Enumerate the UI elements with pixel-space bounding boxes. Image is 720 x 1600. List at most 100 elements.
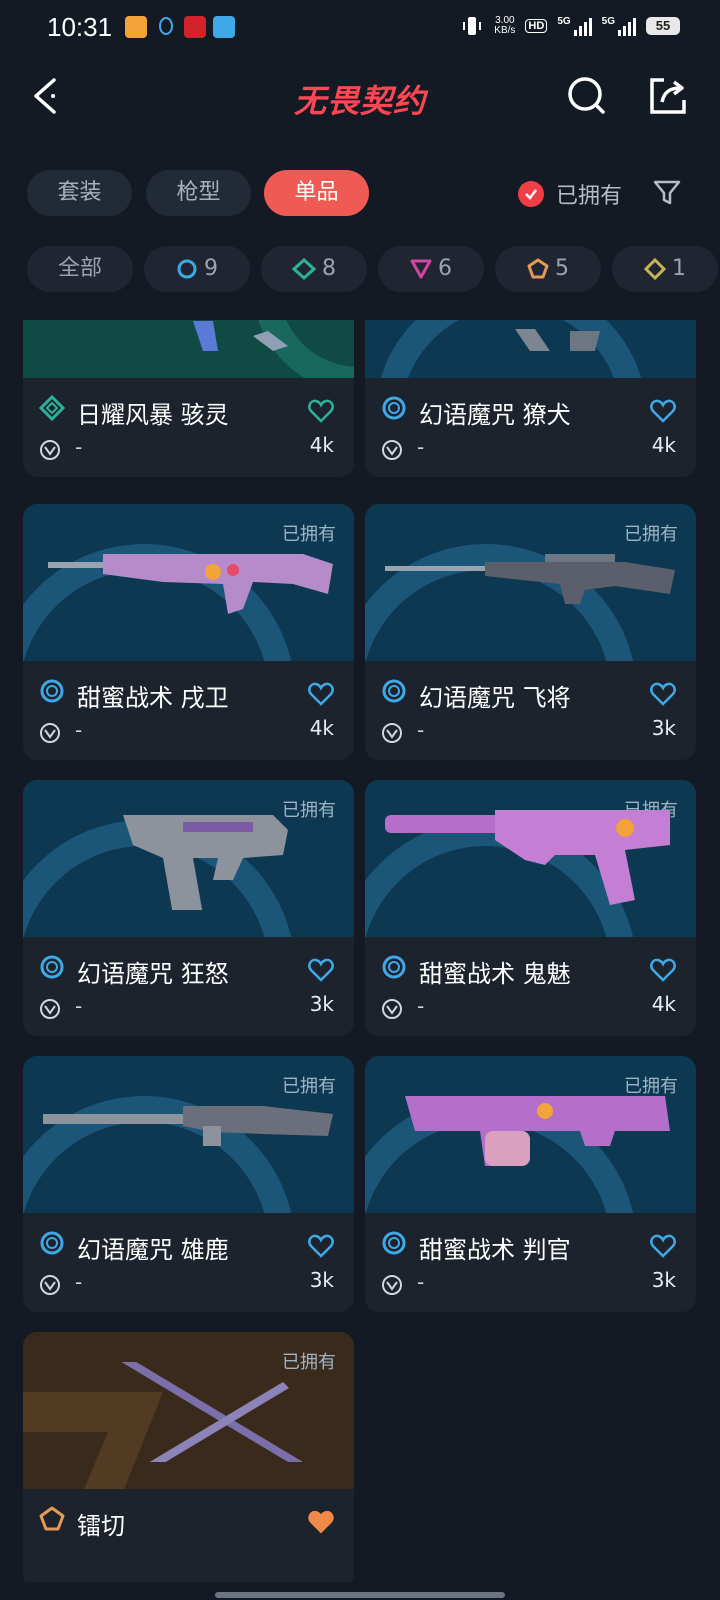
heart-icon[interactable] (308, 958, 334, 982)
search-icon (568, 77, 605, 114)
battery-icon: 55 (646, 17, 680, 35)
chip-label: 1 (672, 256, 686, 281)
vp-currency-icon (40, 440, 60, 460)
item-card[interactable]: 已拥有 幻语魔咒 雄鹿 - 3k (23, 1056, 354, 1312)
like-count: 3k (309, 1268, 334, 1292)
filter-button[interactable] (652, 178, 682, 208)
item-name: 甜蜜战术 判官 (419, 1236, 571, 1264)
hd-icon: HD (525, 19, 548, 33)
chip-tier-square[interactable]: 1 (612, 246, 718, 292)
share-icon (650, 78, 686, 114)
item-image: 已拥有 (23, 1056, 354, 1213)
chip-tier-circle[interactable]: 9 (144, 246, 250, 292)
vp-currency-icon (40, 1275, 60, 1295)
heart-icon[interactable] (308, 1234, 334, 1258)
item-card[interactable]: 已拥有 幻语魔咒 狂怒 - 3k (23, 780, 354, 1036)
signal-icon-1: 5G (557, 16, 592, 36)
item-card[interactable]: 日耀风暴 骇灵 - 4k (23, 320, 354, 477)
item-image: 已拥有 (365, 1056, 696, 1213)
owned-filter-label: 已拥有 (556, 184, 623, 209)
diamond-tier-icon (292, 258, 316, 280)
item-image: 已拥有 (365, 780, 696, 937)
chip-label: 8 (322, 256, 336, 281)
item-price: - (417, 994, 425, 1018)
qq-notification-icon (155, 16, 177, 38)
item-grid: 日耀风暴 骇灵 - 4k 幻语魔咒 獠犬 - 4k 已拥有 甜蜜战术 戌卫 - … (0, 320, 720, 1582)
item-image (365, 320, 696, 378)
weapon-icon (48, 554, 333, 614)
vp-currency-icon (40, 999, 60, 1019)
pentagon-tier-icon (527, 258, 549, 279)
vp-currency-icon (382, 999, 402, 1019)
item-price: - (417, 435, 425, 459)
heart-icon[interactable] (650, 958, 676, 982)
item-price: - (75, 1270, 83, 1294)
heart-icon[interactable] (650, 1234, 676, 1258)
app-title: 无畏契约 (293, 82, 426, 120)
checkbox-checked-icon (518, 181, 544, 207)
like-count: 4k (651, 433, 676, 457)
circle-tier-icon (382, 1231, 406, 1255)
pentagon-tier-icon (39, 1506, 65, 1531)
heart-icon[interactable] (650, 399, 676, 423)
chip-tier-pentagon[interactable]: 5 (495, 246, 601, 292)
item-name: 日耀风暴 骇灵 (77, 401, 229, 429)
tab-bundle[interactable]: 套装 (27, 170, 132, 216)
status-bar: 10:31 3.00 KB/s HD 5G 5G 55 (0, 0, 720, 56)
item-name: 幻语魔咒 狂怒 (77, 960, 229, 988)
vp-currency-icon (382, 440, 402, 460)
item-name: 甜蜜战术 戌卫 (77, 684, 229, 712)
item-price: - (417, 718, 425, 742)
share-button[interactable] (646, 74, 690, 118)
weapon-icon (193, 321, 288, 351)
net-speed: 3.00 KB/s (494, 15, 516, 36)
owned-filter-toggle[interactable]: 已拥有 (518, 178, 622, 210)
heart-icon[interactable] (308, 399, 334, 423)
signal-icon-2: 5G (602, 16, 636, 36)
tab-single-item[interactable]: 单品 (264, 170, 369, 216)
like-count: 3k (309, 992, 334, 1016)
telegram-notification-icon (213, 16, 235, 38)
news-app-notification-icon (184, 16, 206, 38)
item-card[interactable]: 已拥有 幻语魔咒 飞将 - 3k (365, 504, 696, 760)
weapon-icon (515, 329, 600, 351)
vp-currency-icon (382, 723, 402, 743)
vp-currency-icon (40, 723, 60, 743)
item-image: 已拥有 (23, 1332, 354, 1489)
diamond-tier-icon (39, 395, 65, 421)
heart-icon[interactable] (650, 682, 676, 706)
item-price: - (75, 994, 83, 1018)
item-name: 幻语魔咒 雄鹿 (77, 1236, 229, 1264)
circle-tier-icon (40, 955, 64, 979)
tab-weapon-type[interactable]: 枪型 (146, 170, 251, 216)
item-card[interactable]: 已拥有 甜蜜战术 戌卫 - 4k (23, 504, 354, 760)
chip-all[interactable]: 全部 (27, 246, 133, 292)
heart-icon[interactable] (308, 682, 334, 706)
circle-tier-icon (382, 396, 406, 420)
item-name: 幻语魔咒 獠犬 (419, 401, 571, 429)
item-card[interactable]: 已拥有 镭切 (23, 1332, 354, 1582)
circle-tier-icon (382, 955, 406, 979)
status-right: 3.00 KB/s HD 5G 5G 55 (460, 14, 680, 38)
item-price: - (75, 435, 83, 459)
category-tabs: 套装 枪型 单品 已拥有 (0, 170, 720, 218)
vibrate-icon (463, 17, 482, 35)
item-price: - (417, 1270, 425, 1294)
square-tier-icon (644, 258, 666, 280)
weapon-icon (405, 1096, 670, 1166)
video-app-notification-icon (125, 16, 147, 38)
search-button[interactable] (565, 74, 609, 118)
app-bar: 无畏契约 (0, 56, 720, 146)
chip-tier-diamond[interactable]: 8 (261, 246, 367, 292)
item-image: 已拥有 (23, 504, 354, 661)
item-card[interactable]: 幻语魔咒 獠犬 - 4k (365, 320, 696, 477)
item-card[interactable]: 已拥有 甜蜜战术 判官 - 3k (365, 1056, 696, 1312)
heart-filled-icon[interactable] (308, 1510, 334, 1534)
home-indicator[interactable] (215, 1592, 505, 1598)
circle-tier-icon (382, 679, 406, 703)
circle-tier-icon (177, 259, 197, 279)
chip-label: 6 (438, 256, 452, 281)
chip-tier-triangle[interactable]: 6 (378, 246, 484, 292)
item-card[interactable]: 已拥有 甜蜜战术 鬼魅 - 4k (365, 780, 696, 1036)
weapon-icon (123, 815, 288, 910)
